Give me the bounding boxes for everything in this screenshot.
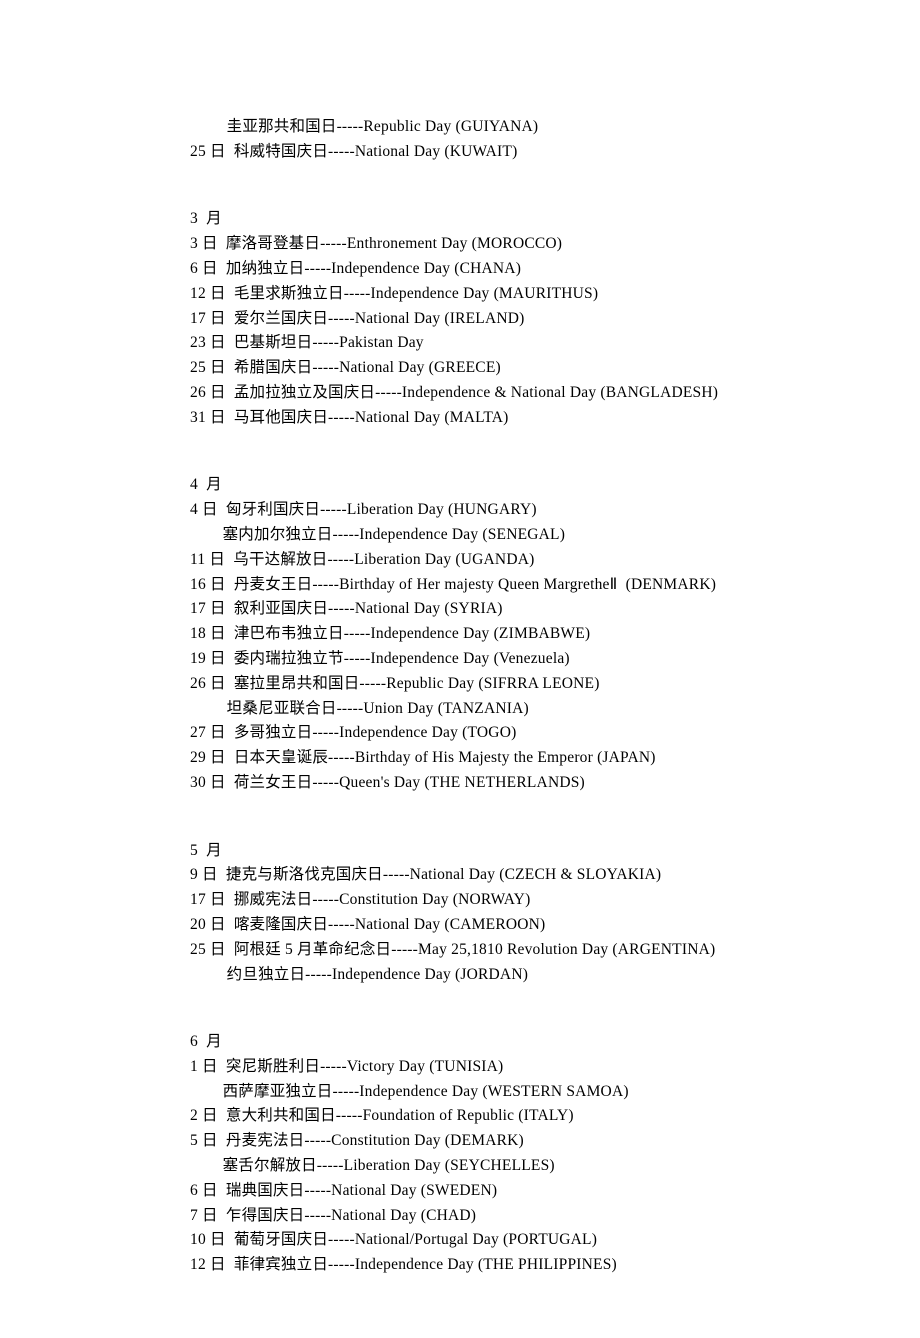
text-line [190,165,730,190]
text-line: 18 日 津巴布韦独立日-----Independence Day (ZIMBA… [190,622,730,647]
text-line: 1 日 突尼斯胜利日-----Victory Day (TUNISIA) [190,1055,730,1080]
text-line: 3 月 [190,207,730,232]
text-line: 23 日 巴基斯坦日-----Pakistan Day [190,331,730,356]
text-line: 6 日 瑞典国庆日-----National Day (SWEDEN) [190,1179,730,1204]
text-line: 10 日 葡萄牙国庆日-----National/Portugal Day (P… [190,1228,730,1253]
text-line: 6 月 [190,1030,730,1055]
text-line: 圭亚那共和国日-----Republic Day (GUIYANA) [190,115,730,140]
text-line: 19 日 委内瑞拉独立节-----Independence Day (Venez… [190,647,730,672]
text-line: 4 月 [190,473,730,498]
text-line: 20 日 喀麦隆国庆日-----National Day (CAMEROON) [190,913,730,938]
text-line: 16 日 丹麦女王日-----Birthday of Her majesty Q… [190,573,730,598]
text-line [190,987,730,1012]
text-line: 5 日 丹麦宪法日-----Constitution Day (DEMARK) [190,1129,730,1154]
document-body: 圭亚那共和国日-----Republic Day (GUIYANA)25 日 科… [190,115,730,1278]
text-line: 塞舌尔解放日-----Liberation Day (SEYCHELLES) [190,1154,730,1179]
text-line: 17 日 挪威宪法日-----Constitution Day (NORWAY) [190,888,730,913]
text-line: 坦桑尼亚联合日-----Union Day (TANZANIA) [190,697,730,722]
text-line: 7 日 乍得国庆日-----National Day (CHAD) [190,1204,730,1229]
text-line: 30 日 荷兰女王日-----Queen's Day (THE NETHERLA… [190,771,730,796]
text-line: 3 日 摩洛哥登基日-----Enthronement Day (MOROCCO… [190,232,730,257]
text-line: 约旦独立日-----Independence Day (JORDAN) [190,963,730,988]
text-line: 17 日 叙利亚国庆日-----National Day (SYRIA) [190,597,730,622]
text-line: 2 日 意大利共和国日-----Foundation of Republic (… [190,1104,730,1129]
text-line [190,431,730,456]
text-line: 25 日 阿根廷 5 月革命纪念日-----May 25,1810 Revolu… [190,938,730,963]
text-line: 塞内加尔独立日-----Independence Day (SENEGAL) [190,523,730,548]
text-line: 西萨摩亚独立日-----Independence Day (WESTERN SA… [190,1080,730,1105]
text-line: 26 日 塞拉里昂共和国日-----Republic Day (SIFRRA L… [190,672,730,697]
document-page: 圭亚那共和国日-----Republic Day (GUIYANA)25 日 科… [0,0,920,1338]
text-line: 26 日 孟加拉独立及国庆日-----Independence & Nation… [190,381,730,406]
text-line: 31 日 马耳他国庆日-----National Day (MALTA) [190,406,730,431]
text-line: 29 日 日本天皇诞辰-----Birthday of His Majesty … [190,746,730,771]
text-line: 17 日 爱尔兰国庆日-----National Day (IRELAND) [190,307,730,332]
text-line [190,796,730,821]
text-line: 5 月 [190,839,730,864]
text-line: 25 日 科威特国庆日-----National Day (KUWAIT) [190,140,730,165]
text-line: 25 日 希腊国庆日-----National Day (GREECE) [190,356,730,381]
text-line: 9 日 捷克与斯洛伐克国庆日-----National Day (CZECH &… [190,863,730,888]
text-line: 4 日 匈牙利国庆日-----Liberation Day (HUNGARY) [190,498,730,523]
text-line: 11 日 乌干达解放日-----Liberation Day (UGANDA) [190,548,730,573]
text-line: 12 日 菲律宾独立日-----Independence Day (THE PH… [190,1253,730,1278]
text-line: 12 日 毛里求斯独立日-----Independence Day (MAURI… [190,282,730,307]
text-line: 6 日 加纳独立日-----Independence Day (CHANA) [190,257,730,282]
text-line: 27 日 多哥独立日-----Independence Day (TOGO) [190,721,730,746]
